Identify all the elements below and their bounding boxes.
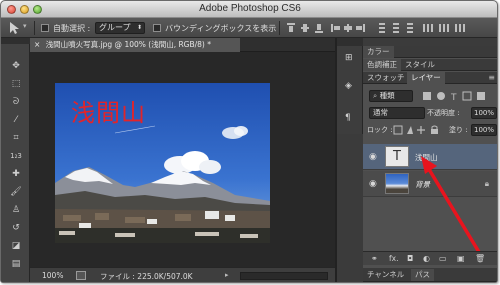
history-panel-icon[interactable]: ⊞ bbox=[345, 53, 355, 63]
canvas-text-layer[interactable]: 浅間山 bbox=[71, 93, 146, 128]
collapsed-panels-column: ⊞ ◈ ¶ bbox=[337, 38, 363, 134]
title-bar: Adobe Photoshop CS6 bbox=[1, 1, 497, 18]
adjustment-layer-icon[interactable]: ◐ bbox=[423, 254, 430, 263]
opacity-label: 不透明度 : bbox=[427, 109, 460, 117]
add-mask-icon[interactable]: ◘ bbox=[407, 254, 413, 263]
auto-select-value: グループ bbox=[99, 23, 131, 32]
fill-label: 塗り : bbox=[449, 126, 468, 134]
marquee-tool-icon[interactable]: ⬚ bbox=[7, 78, 25, 90]
document-tab-title: 浅間山噴火写真.jpg @ 100% (浅間山, RGB/8) * bbox=[45, 40, 211, 49]
move-tool-icon[interactable]: ✥ bbox=[7, 60, 25, 72]
layer-filter-dropdown[interactable]: ⌕ 種類 bbox=[369, 90, 413, 102]
eyedropper-tool-icon[interactable]: 1₂3 bbox=[7, 150, 25, 162]
opacity-value: 100% bbox=[474, 109, 495, 117]
new-group-icon[interactable]: ▭ bbox=[439, 254, 447, 263]
move-tool-icon[interactable] bbox=[7, 21, 21, 35]
blend-mode-dropdown[interactable]: 通常 bbox=[369, 107, 425, 119]
status-menu-arrow-icon[interactable]: ▸ bbox=[225, 271, 229, 279]
quick-selection-tool-icon[interactable]: ⁄ bbox=[7, 114, 25, 126]
panel-menu-icon[interactable]: ≡ bbox=[488, 73, 495, 82]
lasso-tool-icon[interactable]: ᘐ bbox=[7, 96, 25, 108]
layers-footer: ⚭ fx. ◘ ◐ ▭ ▣ 🗑︎ bbox=[363, 251, 497, 265]
eraser-tool-icon[interactable]: ◪ bbox=[7, 240, 25, 252]
panels-dock: カラー 色調補正 スタイル スウォッチ レイヤー ≡ ⌕ 種類 T 通常 不透明… bbox=[363, 46, 497, 282]
paragraph-panel-icon[interactable]: ¶ bbox=[345, 113, 355, 123]
layer-filter-value: 種類 bbox=[379, 91, 395, 100]
color-panel-tabrow: カラー bbox=[363, 46, 497, 58]
layer-filter-buttons[interactable]: T bbox=[421, 91, 491, 101]
tab-close-icon[interactable]: × bbox=[34, 40, 40, 49]
tab-swatches[interactable]: スウォッチ bbox=[363, 72, 409, 84]
status-bar: 100% ファイル : 225.0K/507.0K ▸ bbox=[30, 267, 335, 282]
tab-adjustments[interactable]: 色調補正 bbox=[363, 59, 401, 71]
horizontal-scrollbar[interactable] bbox=[240, 272, 328, 280]
link-layers-icon[interactable]: ⚭ bbox=[371, 254, 378, 263]
bounding-box-checkbox[interactable] bbox=[153, 24, 161, 32]
document-tab[interactable]: × 浅間山噴火写真.jpg @ 100% (浅間山, RGB/8) * bbox=[30, 38, 240, 52]
tab-color[interactable]: カラー bbox=[363, 46, 394, 58]
lock-label: ロック : bbox=[367, 126, 393, 134]
tab-paths[interactable]: パス bbox=[411, 269, 434, 281]
tab-channels[interactable]: チャンネル bbox=[363, 269, 408, 281]
layer-visibility-eye-icon[interactable]: ◉ bbox=[369, 179, 379, 189]
fill-value: 100% bbox=[474, 126, 495, 134]
search-icon: ⌕ bbox=[373, 91, 378, 100]
tool-preset-arrow-icon[interactable]: ▾ bbox=[23, 22, 27, 30]
new-layer-icon[interactable]: ▣ bbox=[457, 254, 465, 263]
adjustments-panel-tabrow: 色調補正 スタイル bbox=[363, 59, 497, 71]
opacity-field[interactable]: 100% bbox=[471, 107, 497, 119]
auto-select-checkbox[interactable] bbox=[41, 24, 49, 32]
healing-brush-tool-icon[interactable]: ✚ bbox=[7, 168, 25, 180]
dropdown-arrow-icon: ⬍ bbox=[136, 24, 142, 31]
tab-styles[interactable]: スタイル bbox=[401, 59, 439, 71]
brush-tool-icon[interactable]: 🖌 bbox=[7, 186, 25, 198]
zoom-level[interactable]: 100% bbox=[42, 271, 63, 280]
crop-tool-icon[interactable]: ⌗ bbox=[7, 132, 25, 144]
gradient-tool-icon[interactable]: ▤ bbox=[7, 258, 25, 270]
layers-panel-tabrow: スウォッチ レイヤー ≡ bbox=[363, 72, 497, 84]
background-layer-thumbnail bbox=[385, 173, 409, 194]
auto-select-dropdown[interactable]: グループ ⬍ bbox=[95, 22, 145, 34]
tools-panel: ✥ ⬚ ᘐ ⁄ ⌗ 1₂3 ✚ 🖌 ♙ ↺ ◪ ▤ bbox=[1, 38, 30, 282]
tab-layers[interactable]: レイヤー bbox=[407, 72, 445, 84]
toolbar-grip[interactable] bbox=[1, 38, 30, 44]
auto-select-label: 自動選択 : bbox=[53, 24, 91, 33]
divider bbox=[34, 21, 35, 35]
layer-visibility-eye-icon[interactable]: ◉ bbox=[369, 152, 379, 162]
window-title: Adobe Photoshop CS6 bbox=[199, 3, 301, 14]
file-size-info: ファイル : 225.0K/507.0K bbox=[100, 272, 193, 281]
text-layer-thumbnail: T bbox=[385, 146, 409, 167]
column-grip[interactable] bbox=[337, 38, 363, 46]
trash-icon[interactable]: 🗑︎ bbox=[475, 254, 485, 263]
lock-buttons[interactable] bbox=[393, 125, 443, 135]
svg-text:T: T bbox=[450, 93, 457, 101]
clone-stamp-tool-icon[interactable]: ♙ bbox=[7, 204, 25, 216]
fill-field[interactable]: 100% bbox=[471, 124, 497, 136]
history-brush-tool-icon[interactable]: ↺ bbox=[7, 222, 25, 234]
align-buttons[interactable] bbox=[285, 22, 485, 34]
properties-panel-icon[interactable]: ◈ bbox=[345, 81, 355, 91]
blend-mode-value: 通常 bbox=[373, 108, 388, 117]
channels-panel-tabrow: チャンネル パス bbox=[363, 268, 497, 282]
fx-button[interactable]: fx. bbox=[389, 254, 398, 263]
status-info-icon[interactable] bbox=[76, 271, 86, 280]
document-tab-bar: × 浅間山噴火写真.jpg @ 100% (浅間山, RGB/8) * bbox=[30, 38, 335, 52]
bounding-box-label: バウンディングボックスを表示 bbox=[165, 24, 277, 33]
divider bbox=[279, 21, 280, 35]
photoshop-window: Adobe Photoshop CS6 ▾ 自動選択 : グループ ⬍ バウンデ… bbox=[0, 0, 498, 283]
options-bar: ▾ 自動選択 : グループ ⬍ バウンディングボックスを表示 bbox=[1, 18, 497, 38]
